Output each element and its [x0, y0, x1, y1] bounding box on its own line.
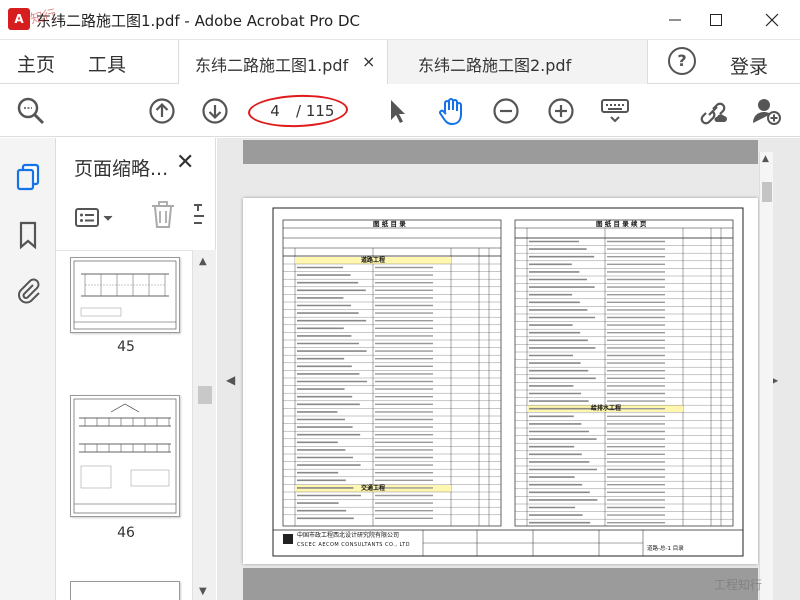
scroll-up-icon[interactable]: ▲	[199, 256, 207, 267]
page-thumbnails-icon[interactable]	[13, 162, 43, 192]
maximize-icon	[710, 14, 722, 26]
window-title: 东纬二路施工图1.pdf - Adobe Acrobat Pro DC	[36, 12, 361, 30]
thumbnail-list: 45 46	[56, 250, 196, 600]
close-icon	[765, 13, 779, 27]
scroll-up-icon[interactable]: ▲	[762, 154, 769, 164]
zoom-out-icon[interactable]	[491, 96, 521, 126]
panel-title: 页面缩略...	[74, 158, 169, 180]
tab-bar: 主页 工具 东纬二路施工图1.pdf × 东纬二路施工图2.pdf ? 登录	[0, 40, 800, 84]
document-viewer[interactable]: ◀ ▶ 图 纸 目 录 图 纸 目 录 续 页 道路工程 交通工程 给排水工程 …	[217, 138, 800, 600]
tab-label: 东纬二路施工图2.pdf	[418, 56, 572, 75]
close-window-button[interactable]	[752, 6, 792, 34]
help-button[interactable]: ?	[668, 47, 696, 75]
scrollbar-thumb[interactable]	[762, 182, 772, 202]
section-traffic: 交通工程	[361, 485, 386, 492]
previous-page-edge	[243, 140, 758, 164]
left-rail	[0, 138, 56, 600]
tab-document-2[interactable]: 东纬二路施工图2.pdf	[388, 40, 648, 84]
login-button[interactable]: 登录	[730, 52, 768, 79]
panel-close-button[interactable]: ✕	[176, 150, 194, 175]
title-bar: A 东纬二路施工图1.pdf - Adobe Acrobat Pro DC	[0, 0, 800, 40]
nav-home[interactable]: 主页	[17, 50, 55, 77]
select-cursor-icon[interactable]	[382, 96, 412, 126]
attachments-icon[interactable]	[13, 276, 43, 306]
search-zoom-icon[interactable]	[16, 96, 46, 126]
tab-close-icon[interactable]: ×	[362, 52, 375, 71]
company-name: 中国市政工程西北设计研究院有限公司	[297, 532, 400, 539]
left-table-title: 图 纸 目 录	[373, 220, 406, 228]
thumbnail-page-number: 45	[117, 339, 135, 355]
nav-tools[interactable]: 工具	[88, 50, 126, 77]
thumbnail-options-button[interactable]	[74, 204, 124, 232]
next-page-edge	[243, 568, 758, 600]
sheet-title: 道路-总-1 目录	[647, 546, 684, 552]
minimize-icon	[669, 19, 681, 21]
thumbnail-scrollbar[interactable]: ▲ ▼	[192, 250, 216, 600]
list-options-icon	[75, 208, 113, 227]
delete-page-icon[interactable]	[148, 200, 178, 230]
page-thumbnail-45[interactable]	[70, 257, 180, 333]
more-tools-icon[interactable]	[192, 202, 206, 230]
company-name-en: CSCEC AECOM CONSULTANTS CO., LTD	[297, 542, 411, 548]
prev-page-icon[interactable]	[147, 96, 177, 126]
thumbnail-drawing	[73, 260, 177, 330]
hand-tool-icon[interactable]	[436, 96, 466, 126]
thumbnail-page-number: 46	[117, 525, 135, 541]
page-thumbnail-47[interactable]	[70, 581, 180, 600]
minimize-button[interactable]	[655, 6, 695, 34]
tab-document-1[interactable]: 东纬二路施工图1.pdf ×	[178, 40, 388, 84]
page-thumbnail-46[interactable]	[70, 395, 180, 517]
add-user-icon[interactable]	[752, 96, 782, 126]
section-road: 道路工程	[361, 257, 386, 264]
acrobat-logo-icon: A	[8, 8, 30, 30]
zoom-in-icon[interactable]	[546, 96, 576, 126]
maximize-button[interactable]	[696, 6, 736, 34]
right-table-title: 图 纸 目 录 续 页	[596, 220, 647, 228]
thumbnail-drawing	[73, 398, 177, 514]
section-drainage: 给排水工程	[591, 405, 622, 412]
tab-label: 东纬二路施工图1.pdf	[195, 56, 349, 75]
share-link-icon[interactable]	[698, 96, 728, 126]
document-scrollbar[interactable]: ▲	[759, 152, 773, 600]
keyboard-icon[interactable]	[600, 96, 630, 126]
scroll-down-icon[interactable]: ▼	[199, 586, 207, 597]
watermark-text: 工程知行	[714, 578, 763, 592]
bookmarks-icon[interactable]	[13, 220, 43, 250]
previous-page-arrow-icon[interactable]: ◀	[226, 373, 235, 387]
scrollbar-thumb[interactable]	[198, 386, 212, 404]
pdf-page: 图 纸 目 录 图 纸 目 录 续 页 道路工程 交通工程 给排水工程 中国市政…	[243, 198, 758, 564]
table-row-lines	[283, 237, 733, 524]
next-page-icon[interactable]	[200, 96, 230, 126]
toolbar: 4 / 115	[0, 85, 800, 137]
